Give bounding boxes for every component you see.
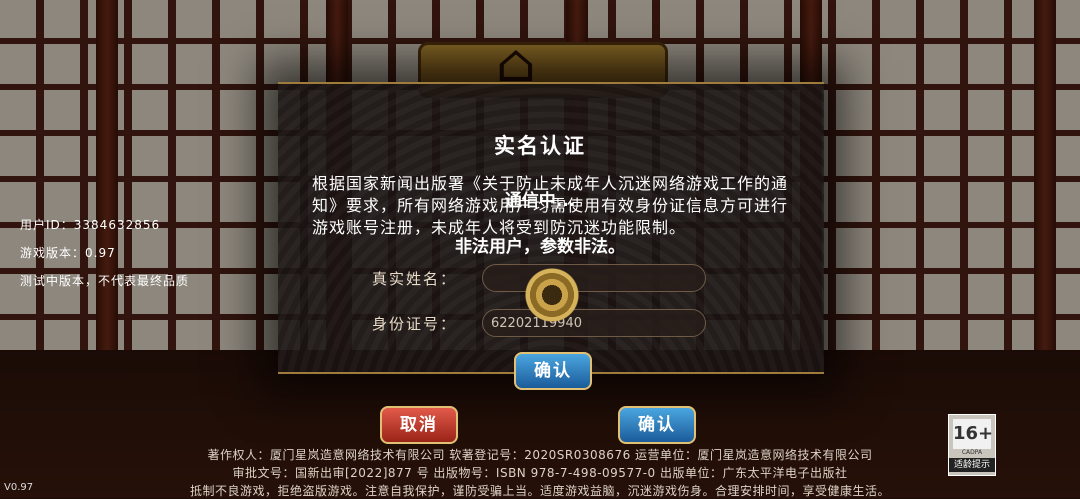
test-note-text: 测试中版本，不代表最终品质 — [20, 274, 190, 288]
footer-approval: 审批文号：国新出审[2022]877 号 出版物号：ISBN 978-7-498… — [232, 466, 848, 480]
age-rating-org: CADPA — [961, 449, 983, 456]
name-label: 真实姓名： — [372, 270, 458, 288]
version-label: V0.97 — [4, 482, 34, 493]
footer-health-notice: 抵制不良游戏，拒绝盗版游戏。注意自我保护，谨防受骗上当。适度游戏益脑，沉迷游戏伤… — [189, 484, 890, 498]
name-input[interactable] — [482, 264, 706, 292]
dialog-confirm-button[interactable]: 确认 — [514, 352, 592, 390]
age-rating-badge[interactable]: 16+ CADPA 适龄提示 — [948, 414, 996, 476]
age-rating-number: 16+ — [953, 419, 993, 449]
id-label: 身份证号： — [372, 315, 458, 333]
user-id-text: 用户ID：3384632856 — [20, 218, 161, 232]
error-message: 非法用户，参数非法。 — [455, 237, 625, 257]
connecting-message: 通信中... — [504, 191, 576, 211]
footer-copyright: 著作权人：厦门星岚造意网络技术有限公司 软著登记号：2020SR0308676 … — [207, 448, 873, 462]
loading-spinner-icon — [522, 265, 582, 325]
age-rating-tip: 适龄提示 — [949, 458, 995, 472]
dialog-title: 实名认证 — [494, 134, 586, 158]
cancel-button[interactable]: 取消 — [380, 406, 458, 444]
confirm-button[interactable]: 确认 — [618, 406, 696, 444]
id-number-input[interactable]: 62202119940 — [482, 309, 706, 337]
